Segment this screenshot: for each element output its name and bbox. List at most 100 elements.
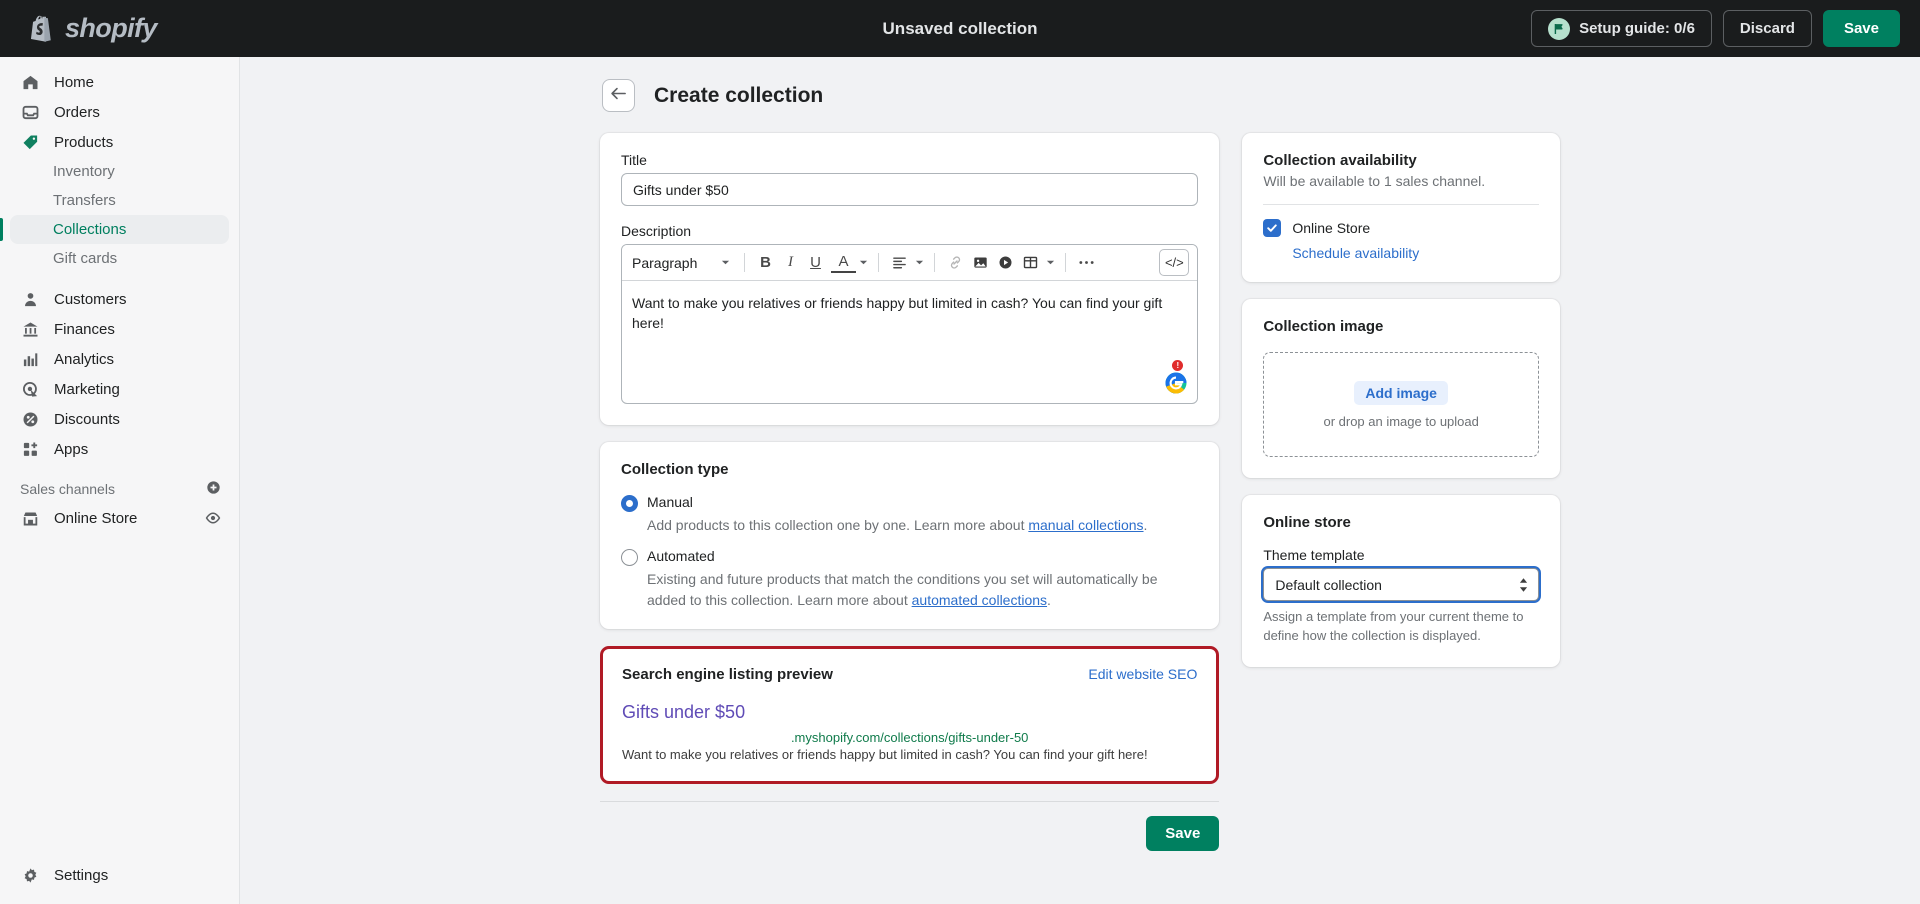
sidebar-item-home[interactable]: Home xyxy=(10,67,229,97)
underline-button[interactable]: U xyxy=(803,250,828,276)
html-code-label: </> xyxy=(1164,255,1184,270)
theme-template-label: Theme template xyxy=(1263,547,1365,563)
theme-template-select[interactable]: Default collection xyxy=(1263,568,1539,601)
seo-result-url: .myshopify.com/collections/gifts-under-5… xyxy=(790,729,1029,745)
edit-website-seo-link[interactable]: Edit website SEO xyxy=(1088,666,1197,682)
save-label-bottom: Save xyxy=(1165,824,1201,842)
save-label-top: Save xyxy=(1843,20,1879,37)
image-icon[interactable] xyxy=(968,250,993,276)
sidebar-subitem-label: Collections xyxy=(53,221,127,238)
align-chevron-down-icon[interactable] xyxy=(912,250,926,276)
check-icon xyxy=(1267,224,1278,232)
chevron-down-icon xyxy=(721,260,730,265)
top-bar: shopify Unsaved collection Setup guide: … xyxy=(0,0,1920,57)
shopify-logo[interactable]: shopify xyxy=(20,13,157,44)
setup-guide-label: Setup guide: 0/6 xyxy=(1579,20,1695,37)
sidebar-item-transfers[interactable]: Transfers xyxy=(10,186,229,215)
automated-collections-link[interactable]: automated collections xyxy=(912,592,1047,608)
availability-title: Collection availability xyxy=(1263,152,1417,169)
shopify-bag-icon xyxy=(30,14,56,43)
sidebar-item-finances[interactable]: Finances xyxy=(10,314,229,344)
manual-collections-link[interactable]: manual collections xyxy=(1028,517,1143,533)
manual-help-text: Add products to this collection one by o… xyxy=(647,515,1198,535)
back-button[interactable] xyxy=(602,79,635,112)
add-circle-icon[interactable] xyxy=(206,480,221,498)
setup-guide-button[interactable]: Setup guide: 0/6 xyxy=(1531,10,1712,47)
page-container: Create collection Title Description Para xyxy=(600,57,1560,851)
availability-divider xyxy=(1263,204,1539,205)
analytics-bars-icon xyxy=(20,349,40,369)
drop-hint-text: or drop an image to upload xyxy=(1323,413,1479,429)
theme-template-help: Assign a template from your current them… xyxy=(1263,609,1524,643)
apps-grid-plus-icon xyxy=(20,439,40,459)
home-icon xyxy=(20,72,40,92)
italic-button[interactable]: I xyxy=(778,250,803,276)
video-play-icon[interactable] xyxy=(993,250,1018,276)
page-header: Create collection xyxy=(600,79,1560,112)
grammarly-icon[interactable]: ! xyxy=(1164,360,1188,395)
orders-inbox-icon xyxy=(20,102,40,122)
title-input[interactable] xyxy=(621,173,1199,206)
more-horizontal-icon[interactable] xyxy=(1074,250,1099,276)
discard-button[interactable]: Discard xyxy=(1722,10,1812,47)
sidebar-item-label: Customers xyxy=(54,290,127,308)
sidebar-item-apps[interactable]: Apps xyxy=(10,434,229,464)
toolbar-divider xyxy=(744,253,745,272)
radio-automated[interactable] xyxy=(621,549,638,567)
sidebar-item-label: Products xyxy=(54,133,114,151)
sidebar-item-orders[interactable]: Orders xyxy=(10,97,229,127)
table-chevron-down-icon[interactable] xyxy=(1043,250,1057,276)
bold-button[interactable]: B xyxy=(753,250,778,276)
block-format-select[interactable]: Paragraph xyxy=(630,250,736,276)
availability-subtitle: Will be available to 1 sales channel. xyxy=(1263,173,1486,189)
marketing-target-icon xyxy=(20,379,40,399)
seo-preview-card: Search engine listing preview Edit websi… xyxy=(600,645,1220,784)
page-title: Create collection xyxy=(654,83,824,107)
title-field-label: Title xyxy=(621,152,647,168)
underline-label: U xyxy=(810,254,821,271)
collection-image-title: Collection image xyxy=(1263,318,1384,335)
collection-type-option-manual[interactable]: Manual xyxy=(621,494,1198,512)
description-text-area[interactable]: Want to make you relatives or friends ha… xyxy=(622,281,1197,403)
automated-help-text: Existing and future products that match … xyxy=(647,569,1198,610)
online-store-checkbox[interactable] xyxy=(1263,219,1282,237)
sidebar-item-settings[interactable]: Settings xyxy=(10,860,229,890)
save-button-bottom[interactable]: Save xyxy=(1146,815,1220,851)
sidebar-item-collections[interactable]: Collections xyxy=(0,215,229,244)
toolbar-divider-2 xyxy=(878,253,879,272)
text-color-button[interactable]: A xyxy=(831,252,856,273)
sidebar-item-discounts[interactable]: Discounts xyxy=(10,404,229,434)
availability-channel-row[interactable]: Online Store xyxy=(1263,219,1539,237)
align-left-icon[interactable] xyxy=(887,250,912,276)
sidebar-item-customers[interactable]: Customers xyxy=(10,284,229,314)
html-code-button[interactable]: </> xyxy=(1159,249,1190,276)
collection-type-option-automated[interactable]: Automated xyxy=(621,548,1198,567)
sidebar-item-online-store[interactable]: Online Store xyxy=(10,503,229,533)
sidebar-item-inventory[interactable]: Inventory xyxy=(10,157,229,186)
sidebar-item-analytics[interactable]: Analytics xyxy=(10,344,229,374)
sidebar-subitem-label: Transfers xyxy=(53,192,116,209)
image-dropzone[interactable]: Add image or drop an image to upload xyxy=(1263,352,1539,457)
save-button-top[interactable]: Save xyxy=(1822,10,1900,47)
seo-result-title[interactable]: Gifts under $50 xyxy=(622,702,1197,723)
eye-icon[interactable] xyxy=(205,510,221,526)
schedule-availability-link[interactable]: Schedule availability xyxy=(1292,245,1539,261)
sidebar-item-gift-cards[interactable]: Gift cards xyxy=(10,244,229,273)
text-color-chevron-down-icon[interactable] xyxy=(856,250,870,276)
add-image-label: Add image xyxy=(1365,384,1437,401)
link-icon[interactable] xyxy=(943,250,968,276)
theme-template-value: Default collection xyxy=(1275,576,1382,593)
table-icon[interactable] xyxy=(1018,250,1043,276)
sidebar-item-products[interactable]: Products xyxy=(10,127,229,157)
sidebar-settings-row: Settings xyxy=(0,860,239,890)
arrow-left-icon xyxy=(610,85,627,107)
radio-manual[interactable] xyxy=(621,495,638,512)
sidebar-item-marketing[interactable]: Marketing xyxy=(10,374,229,404)
title-description-card: Title Description Paragraph B xyxy=(600,133,1220,425)
sidebar-item-label: Discounts xyxy=(54,410,120,428)
select-updown-icon xyxy=(1519,577,1528,592)
sidebar-item-label: Online Store xyxy=(54,509,138,527)
field-spacer xyxy=(621,206,1198,223)
add-image-button[interactable]: Add image xyxy=(1354,380,1448,405)
